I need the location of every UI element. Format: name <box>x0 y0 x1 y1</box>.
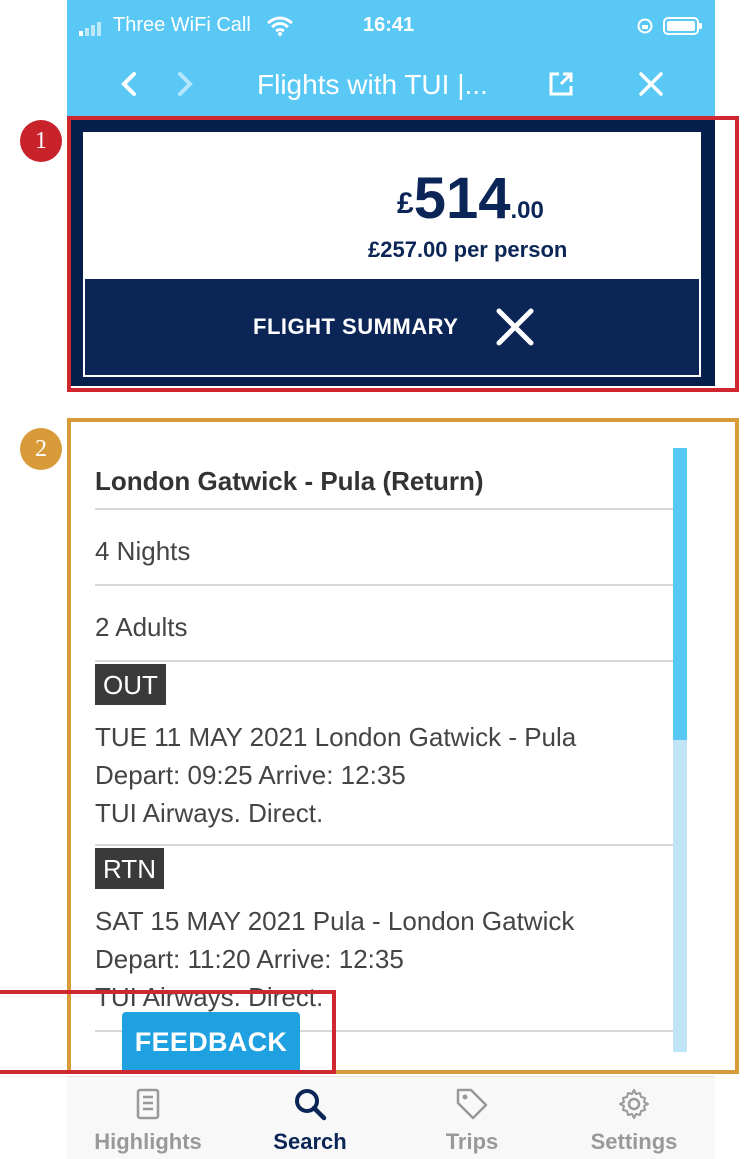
return-date-route: SAT 15 MAY 2021 Pula - London Gatwick <box>95 906 575 936</box>
passenger-count: 2 Adults <box>95 612 188 642</box>
battery-icon <box>663 17 702 35</box>
back-button[interactable] <box>109 64 149 104</box>
scrollbar-thumb[interactable] <box>673 448 687 740</box>
list-item: London Gatwick - Pula (Return) <box>95 440 673 510</box>
tab-settings[interactable]: Settings <box>553 1077 715 1159</box>
tab-search[interactable]: Search <box>229 1077 391 1159</box>
close-browser-button[interactable] <box>631 64 671 104</box>
outbound-carrier: TUI Airways. Direct. <box>95 798 324 828</box>
route-title: London Gatwick - Pula (Return) <box>95 466 484 496</box>
outbound-times: Depart: 09:25 Arrive: 12:35 <box>95 760 406 790</box>
close-icon <box>639 72 663 96</box>
return-times: Depart: 11:20 Arrive: 12:35 <box>95 944 404 974</box>
status-time: 16:41 <box>363 14 415 36</box>
outbound-date-route: TUE 11 MAY 2021 London Gatwick - Pula <box>95 722 577 752</box>
tab-trips[interactable]: Trips <box>391 1077 553 1159</box>
highlights-icon <box>136 1088 160 1120</box>
nights-count: 4 Nights <box>95 536 191 566</box>
search-icon <box>295 1089 327 1121</box>
carrier-name: Three WiFi Call <box>113 14 251 36</box>
orientation-lock-icon <box>637 18 653 34</box>
gear-icon <box>619 1089 649 1119</box>
tab-highlights[interactable]: Highlights <box>67 1077 229 1159</box>
annotation-box-1 <box>67 116 739 392</box>
outbound-flight: OUT TUE 11 MAY 2021 London Gatwick - Pul… <box>95 662 673 846</box>
browser-nav-bar: Flights with TUI |... <box>67 54 715 116</box>
tag-icon <box>456 1088 488 1120</box>
open-external-button[interactable] <box>541 64 581 104</box>
bottom-tab-bar: Highlights Search Trips Settings <box>67 1076 715 1159</box>
tab-label: Search <box>273 1129 347 1154</box>
chevron-left-icon <box>121 72 136 96</box>
outbound-tag: OUT <box>95 664 166 705</box>
page-title: Flights with TUI |... <box>257 69 488 100</box>
return-tag: RTN <box>95 848 164 889</box>
tab-label: Settings <box>590 1129 678 1154</box>
signal-icon <box>79 22 101 36</box>
chevron-right-icon <box>178 72 193 96</box>
wifi-icon <box>267 16 293 36</box>
open-external-icon <box>549 72 573 96</box>
status-bar: Three WiFi Call 16:41 <box>67 0 715 54</box>
list-item: 4 Nights <box>95 510 673 586</box>
tab-label: Trips <box>445 1129 499 1154</box>
list-item: 2 Adults <box>95 586 673 662</box>
annotation-badge-2: 2 <box>20 428 62 470</box>
annotation-box-3 <box>0 990 336 1074</box>
forward-button[interactable] <box>165 64 205 104</box>
annotation-badge-1: 1 <box>20 120 62 162</box>
tab-label: Highlights <box>94 1129 202 1154</box>
